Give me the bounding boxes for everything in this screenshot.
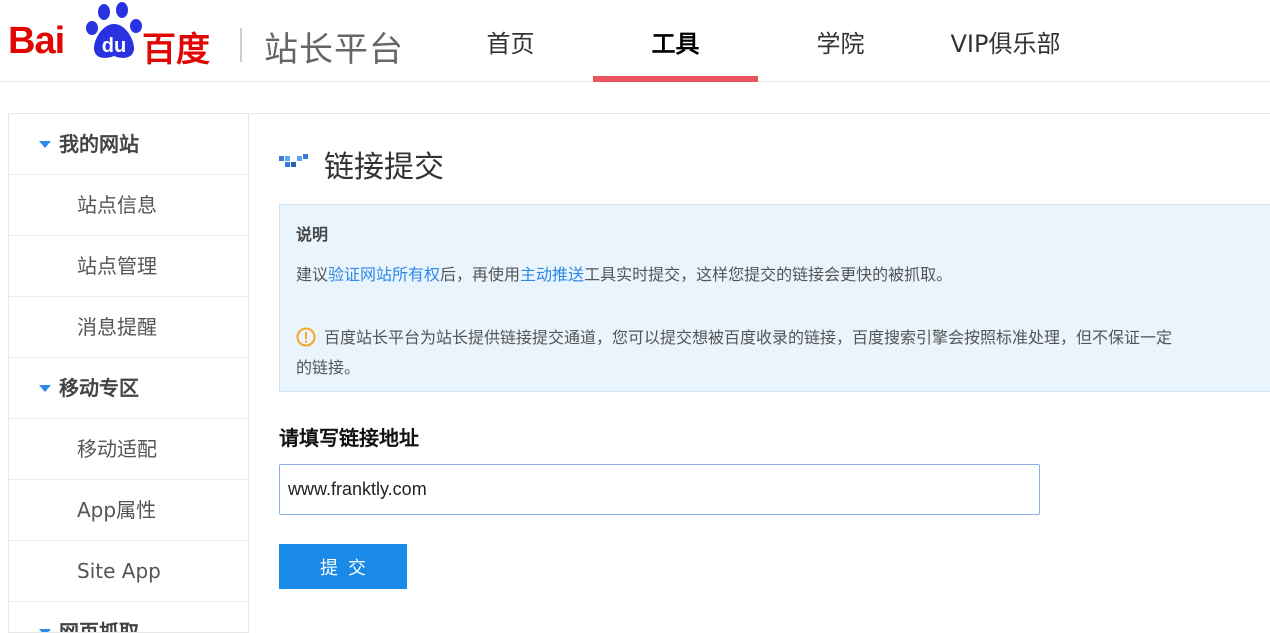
notice-text: 建议: [296, 265, 329, 284]
sidebar-group-crawling[interactable]: 网页抓取: [9, 602, 248, 632]
sidebar-group-label: 我的网站: [59, 132, 139, 156]
logo-text-du: du: [102, 35, 126, 57]
active-tab-indicator: [593, 76, 758, 82]
sidebar: 我的网站 站点信息 站点管理 消息提醒 移动专区 移动适配 App属性 Site…: [8, 113, 249, 633]
notice-warning-continuation: 的链接。: [296, 358, 361, 377]
triangle-down-icon: [39, 141, 51, 148]
sidebar-item-site-info[interactable]: 站点信息: [9, 175, 248, 236]
platform-name: 站长平台: [264, 30, 404, 70]
sidebar-item-mobile-adaptation[interactable]: 移动适配: [9, 419, 248, 480]
notice-recommendation: 建议验证网站所有权后，再使用主动推送工具实时提交，这样您提交的链接会更快的被抓取…: [296, 261, 952, 285]
paw-logo-icon: du: [86, 2, 142, 58]
checkmark-pixels-icon: [279, 154, 308, 167]
url-input[interactable]: [279, 464, 1040, 515]
nav-vip-club[interactable]: VIP俱乐部: [923, 0, 1088, 82]
sidebar-group-mobile[interactable]: 移动专区: [9, 358, 248, 419]
url-field-label: 请填写链接地址: [279, 426, 419, 450]
triangle-down-icon: [39, 629, 51, 632]
logo-divider: [240, 28, 242, 62]
nav-home[interactable]: 首页: [428, 0, 593, 82]
nav-tools[interactable]: 工具: [593, 0, 758, 82]
notice-text: 后，再使用: [440, 265, 521, 284]
notice-text: 工具实时提交，这样您提交的链接会更快的被抓取。: [584, 265, 953, 284]
sidebar-group-label: 移动专区: [59, 376, 139, 400]
active-push-link[interactable]: 主动推送: [520, 265, 584, 284]
notice-warning-text: 百度站长平台为站长提供链接提交通道，您可以提交想被百度收录的链接，百度搜索引擎会…: [324, 328, 1173, 347]
submit-button[interactable]: 提交: [279, 544, 407, 589]
sidebar-item-message-alerts[interactable]: 消息提醒: [9, 297, 248, 358]
sidebar-item-app-properties[interactable]: App属性: [9, 480, 248, 541]
main-content: 链接提交 说明 建议验证网站所有权后，再使用主动推送工具实时提交，这样您提交的链…: [249, 113, 1270, 627]
notice-heading: 说明: [296, 225, 329, 244]
sidebar-group-my-sites[interactable]: 我的网站: [9, 114, 248, 175]
notice-warning: 百度站长平台为站长提供链接提交通道，您可以提交想被百度收录的链接，百度搜索引擎会…: [296, 323, 1270, 353]
verify-ownership-link[interactable]: 验证网站所有权: [328, 265, 440, 284]
top-header: Bai du 百度 站长平台 首页 工具 学院 VIP俱乐部: [0, 0, 1270, 82]
sidebar-item-site-management[interactable]: 站点管理: [9, 236, 248, 297]
triangle-down-icon: [39, 385, 51, 392]
info-notice: 说明 建议验证网站所有权后，再使用主动推送工具实时提交，这样您提交的链接会更快的…: [279, 204, 1270, 392]
page-title: 链接提交: [324, 150, 444, 185]
baidu-logo[interactable]: Bai du 百度: [8, 0, 218, 70]
logo-text-cn: 百度: [142, 30, 210, 70]
nav-academy[interactable]: 学院: [758, 0, 923, 82]
warning-circle-icon: [296, 327, 316, 347]
sidebar-item-site-app[interactable]: Site App: [9, 541, 248, 602]
logo-text-bai: Bai: [8, 20, 65, 62]
